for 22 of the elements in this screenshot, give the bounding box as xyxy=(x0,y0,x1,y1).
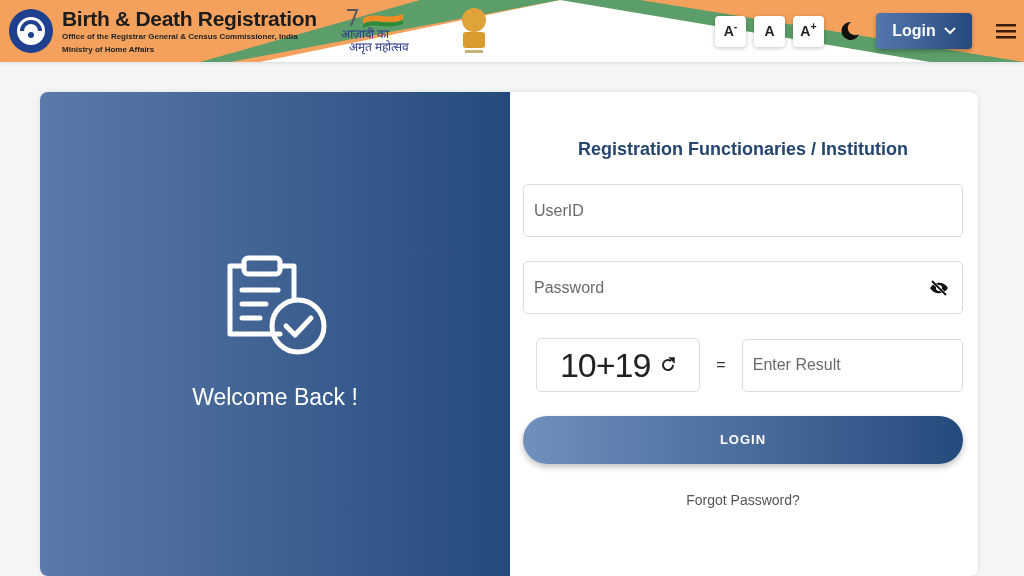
login-menu-button[interactable]: Login xyxy=(876,13,972,49)
logo-icon xyxy=(8,8,54,54)
chevron-down-icon xyxy=(943,27,956,35)
font-size-button[interactable]: A$^{-}$ xyxy=(715,15,746,47)
azadi-text: अमृत महोत्सव xyxy=(348,41,410,54)
userid-field[interactable]: UserID xyxy=(523,184,963,237)
ministry-name: Ministry of Home Affairs xyxy=(62,45,156,55)
font-size-button[interactable]: A xyxy=(754,15,785,47)
dark-mode-icon[interactable] xyxy=(840,21,860,41)
menu-icon[interactable] xyxy=(996,23,1016,39)
forgot-password-link[interactable]: Forgot Password? xyxy=(686,492,800,508)
font-size-button[interactable]: A$^{+}$ xyxy=(793,15,824,47)
captcha-text: 10+19 xyxy=(559,344,651,386)
login-button[interactable]: LOGIN xyxy=(523,416,963,464)
equals-sign: = xyxy=(716,355,726,375)
form-heading: Registration Functionaries / Institution xyxy=(577,138,909,161)
result-field[interactable]: Enter Result xyxy=(741,338,963,392)
refresh-icon[interactable] xyxy=(660,357,677,373)
welcome-text: Welcome Back ! xyxy=(192,383,358,412)
password-field[interactable]: Password xyxy=(523,261,963,314)
site-title: Birth & Death Registration xyxy=(62,7,317,29)
eye-off-icon[interactable] xyxy=(929,280,949,296)
